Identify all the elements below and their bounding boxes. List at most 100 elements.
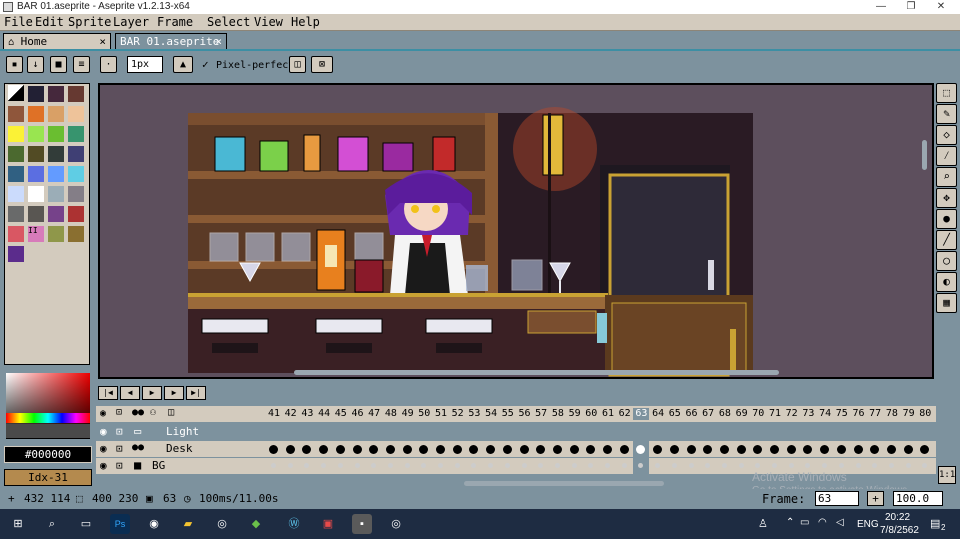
pixel-perfect-check-icon[interactable]: ✓ — [202, 58, 209, 71]
cel[interactable] — [502, 445, 512, 454]
cel[interactable] — [669, 445, 679, 454]
alpha-slider[interactable] — [6, 424, 90, 438]
palette-swatch[interactable] — [8, 126, 24, 142]
onion-header-icon[interactable]: ◫ — [168, 407, 174, 418]
aseprite-taskbar-icon[interactable]: ▪ — [352, 514, 372, 534]
frame-number[interactable]: 41 — [266, 408, 282, 420]
frame-number[interactable]: 66 — [684, 408, 700, 420]
frame-number[interactable]: 55 — [500, 408, 516, 420]
cel[interactable] — [586, 445, 596, 454]
cel[interactable] — [402, 445, 412, 454]
ellipse-icon[interactable]: ◯ — [936, 251, 957, 271]
palette-swatch[interactable] — [8, 186, 24, 202]
linked-cel[interactable] — [671, 463, 677, 468]
visibility-icon[interactable]: ◉ — [100, 442, 107, 455]
frame-number[interactable]: 78 — [884, 408, 900, 420]
marquee-icon[interactable]: ⬚ — [936, 83, 957, 103]
cel[interactable] — [419, 445, 429, 454]
menu-sprite[interactable]: Sprite — [68, 15, 111, 30]
cel[interactable] — [519, 445, 529, 454]
file-explorer-icon[interactable]: ▰ — [178, 514, 198, 534]
frame-number[interactable]: 58 — [550, 408, 566, 420]
menu-view[interactable]: View — [254, 15, 283, 30]
contour-icon[interactable]: ◐ — [936, 272, 957, 292]
linked-cel[interactable] — [721, 463, 727, 468]
frame-number[interactable]: 46 — [350, 408, 366, 420]
zoom-input[interactable]: 100.0 — [893, 491, 943, 506]
menu-icon[interactable]: ≡ — [73, 56, 90, 73]
frame-number[interactable]: 49 — [400, 408, 416, 420]
palette-swatch[interactable] — [8, 146, 24, 162]
linked-cel[interactable] — [421, 463, 427, 468]
cel[interactable] — [335, 445, 345, 454]
ink-icon[interactable]: ▲ — [173, 56, 193, 73]
menu-file[interactable]: File — [4, 15, 33, 30]
symmetry-options-icon[interactable]: ⊠ — [311, 56, 333, 73]
palette-swatch[interactable] — [68, 186, 84, 202]
linked-cel[interactable] — [404, 463, 410, 468]
linked-cel[interactable] — [304, 463, 310, 468]
palette-swatch[interactable] — [28, 106, 44, 122]
linked-cel[interactable] — [387, 463, 393, 468]
cel[interactable] — [803, 445, 813, 454]
cel[interactable] — [369, 445, 379, 454]
frame-number[interactable]: 67 — [700, 408, 716, 420]
brush-dot-icon[interactable]: · — [100, 56, 117, 73]
frame-number[interactable]: 71 — [767, 408, 783, 420]
next-frame-icon[interactable]: ▶ — [164, 386, 184, 400]
cel[interactable] — [886, 445, 896, 454]
menu-select[interactable]: Select — [207, 15, 250, 30]
linked-cel[interactable] — [755, 463, 761, 468]
windows-start-icon[interactable]: ⊞ — [8, 514, 28, 534]
task-view-icon[interactable]: ▭ — [76, 514, 96, 534]
tray-chevron-icon[interactable]: ⌃ — [786, 517, 794, 528]
zoom-icon[interactable]: ⌕ — [936, 167, 957, 187]
foreground-color[interactable]: #000000 — [4, 446, 92, 463]
palette-swatch[interactable] — [68, 106, 84, 122]
frame-number[interactable]: 44 — [316, 408, 332, 420]
palette-swatch[interactable] — [68, 226, 84, 242]
palette-swatch[interactable] — [68, 86, 84, 102]
palette-swatch[interactable] — [8, 226, 24, 242]
photoshop-icon[interactable]: Ps — [110, 514, 130, 534]
rect-icon[interactable]: ■ — [50, 56, 67, 73]
frame-number[interactable]: 54 — [483, 408, 499, 420]
linked-cel[interactable] — [688, 463, 694, 468]
frame-number[interactable]: 76 — [851, 408, 867, 420]
palette-swatch[interactable] — [68, 146, 84, 162]
line-app-icon[interactable]: ◆ — [246, 514, 266, 534]
palette-swatch[interactable] — [28, 166, 44, 182]
pencil-icon[interactable]: ✎ — [936, 104, 957, 124]
menu-frame[interactable]: Frame — [157, 15, 193, 30]
clock-date[interactable]: 7/8/2562 — [880, 525, 919, 536]
frame-number[interactable]: 61 — [600, 408, 616, 420]
palette-swatch[interactable] — [48, 146, 64, 162]
palette-swatch[interactable] — [48, 226, 64, 242]
linked-cel[interactable] — [922, 463, 928, 468]
lock-icon[interactable]: ⊡ — [116, 459, 123, 472]
cel[interactable] — [285, 445, 295, 454]
frame-number[interactable]: 48 — [383, 408, 399, 420]
palette-swatch[interactable] — [48, 166, 64, 182]
cel[interactable] — [820, 445, 830, 454]
minimize-button[interactable]: — — [866, 0, 896, 14]
palette-swatch[interactable] — [8, 166, 24, 182]
palette-swatch[interactable] — [8, 206, 24, 222]
cel[interactable] — [686, 445, 696, 454]
last-frame-icon[interactable]: ▶| — [186, 386, 206, 400]
cel[interactable] — [319, 445, 329, 454]
cel[interactable] — [870, 445, 880, 454]
clock-time[interactable]: 20:22 — [885, 512, 910, 523]
frame-number[interactable]: 70 — [750, 408, 766, 420]
cel[interactable] — [536, 445, 546, 454]
fill-icon[interactable]: ● — [936, 209, 957, 229]
steam-icon[interactable]: ◎ — [212, 514, 232, 534]
eyedropper-icon[interactable]: ⁄ — [936, 146, 957, 166]
palette-index[interactable]: Idx-31 — [4, 469, 92, 486]
frame-number[interactable]: 64 — [650, 408, 666, 420]
palette-swatch[interactable] — [8, 246, 24, 262]
frame-number[interactable]: 57 — [533, 408, 549, 420]
cel[interactable] — [736, 445, 746, 454]
maximize-button[interactable]: ❐ — [896, 0, 926, 14]
frame-input[interactable]: 63 — [815, 491, 859, 506]
